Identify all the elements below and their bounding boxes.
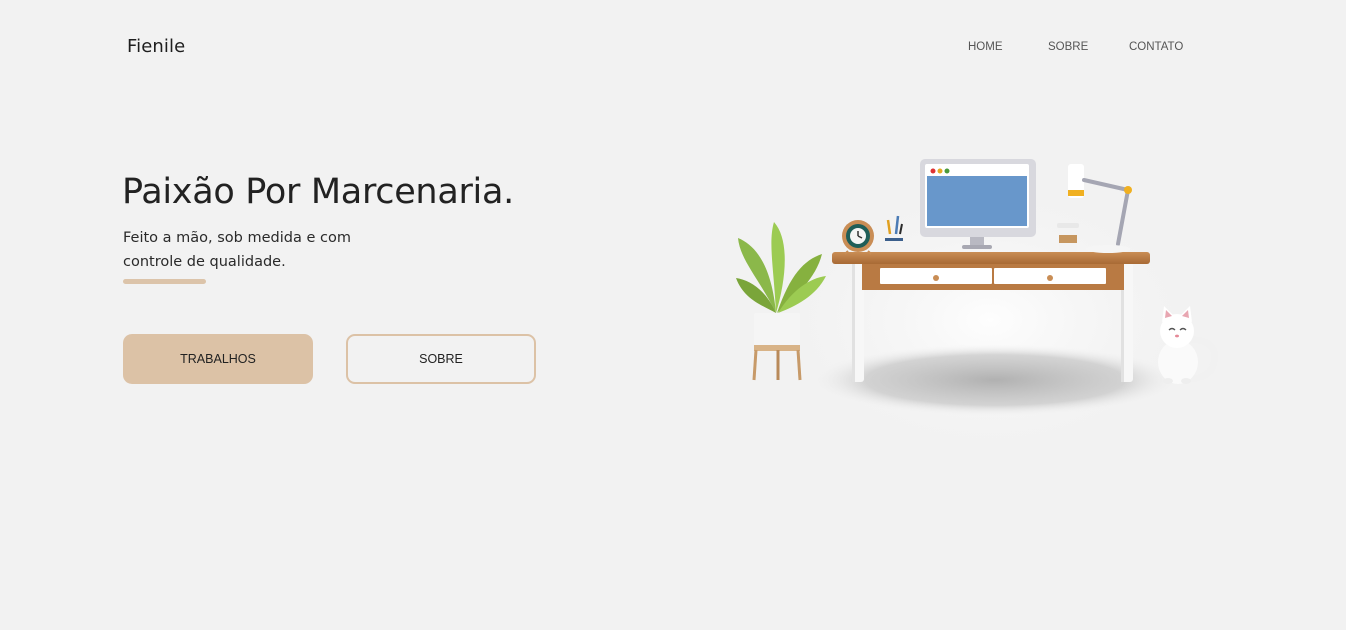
- sobre-button[interactable]: SOBRE: [346, 334, 536, 384]
- trabalhos-button[interactable]: TRABALHOS: [123, 334, 313, 384]
- desk-scene-icon: [736, 159, 1220, 470]
- monitor-icon: [920, 159, 1036, 249]
- hero-title: Paixão Por Marcenaria.: [122, 172, 514, 212]
- nav-sobre[interactable]: SOBRE: [1048, 41, 1088, 53]
- hero-underline: [123, 279, 206, 284]
- hero-subtitle: Feito a mão, sob medida e com controle d…: [123, 230, 351, 270]
- nav-home[interactable]: HOME: [968, 41, 1003, 53]
- nav-contato[interactable]: CONTATO: [1129, 41, 1183, 53]
- coffee-cup-icon: [1057, 223, 1079, 252]
- desk-illustration: [730, 150, 1230, 470]
- brand-logo[interactable]: Fienile: [127, 36, 185, 57]
